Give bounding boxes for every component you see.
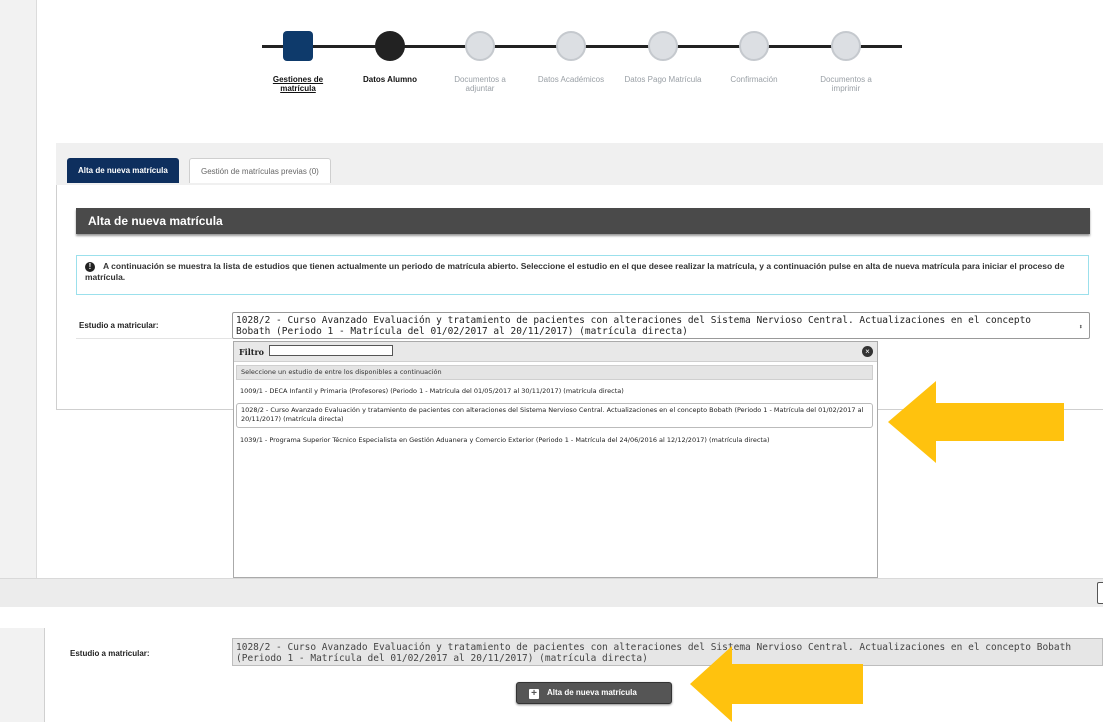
field-label-estudio-second: Estudio a matricular:	[70, 649, 150, 658]
field-divider	[76, 338, 232, 339]
left-panel-second	[0, 628, 45, 722]
pointer-arrow-icon	[888, 381, 1064, 463]
estudio-select-second-value: 1028/2 - Curso Avanzado Evaluación y tra…	[236, 642, 1072, 664]
step-3-label: Documentos a adjuntar	[454, 75, 506, 93]
info-box: ! A continuación se muestra la lista de e…	[76, 255, 1089, 295]
step-4-marker	[556, 31, 586, 61]
section-title: Alta de nueva matrícula	[76, 208, 1090, 234]
step-1-marker[interactable]	[283, 31, 313, 61]
step-7-label: Documentos a imprimir	[820, 75, 872, 93]
step-6-marker	[739, 31, 769, 61]
step-3-marker	[465, 31, 495, 61]
estudio-select-value: 1028/2 - Curso Avanzado Evaluación y tra…	[236, 315, 1032, 337]
alta-button-label: Alta de nueva matrícula	[547, 688, 637, 697]
close-icon[interactable]: ×	[862, 346, 873, 357]
step-5-label: Datos Pago Matrícula	[624, 75, 702, 84]
info-text: A continuación se muestra la lista de es…	[85, 261, 1065, 282]
stepper: Gestiones de matrícula Datos Alumno Docu…	[262, 30, 902, 100]
step-2-label: Datos Alumno	[363, 75, 417, 84]
dropdown-header: Seleccione un estudio de entre los dispo…	[236, 365, 873, 380]
step-1-label[interactable]: Gestiones de matrícula	[258, 75, 338, 93]
alta-nueva-matricula-button[interactable]: + Alta de nueva matrícula	[516, 682, 672, 704]
dropdown-option-selected[interactable]: 1028/2 - Curso Avanzado Evaluación y tra…	[236, 403, 873, 428]
dropdown-option[interactable]: 1009/1 - DECA Infantil y Primaria (Profe…	[236, 385, 873, 398]
step-6-label: Confirmación	[730, 75, 778, 84]
tab-alta-nueva-matricula[interactable]: Alta de nueva matrícula	[67, 158, 179, 183]
select-arrows-icon: ⬍	[1078, 323, 1083, 331]
field-label-estudio: Estudio a matricular:	[79, 321, 159, 330]
estudio-select-second[interactable]: 1028/2 - Curso Avanzado Evaluación y tra…	[232, 638, 1103, 666]
bottom-strip	[0, 578, 1103, 607]
pointer-arrow-icon	[690, 646, 863, 722]
strip-button[interactable]	[1097, 582, 1103, 604]
filter-input[interactable]	[269, 345, 393, 356]
tab-gestion-matriculas-previas[interactable]: Gestión de matrículas previas (0)	[189, 158, 331, 183]
step-2-marker	[375, 31, 405, 61]
left-panel	[0, 0, 37, 578]
step-7-marker	[831, 31, 861, 61]
step-5-marker	[648, 31, 678, 61]
plus-icon: +	[529, 689, 539, 699]
step-4-label: Datos Académicos	[537, 75, 605, 84]
dropdown-option[interactable]: 1039/1 - Programa Superior Técnico Espec…	[236, 434, 873, 447]
filter-label: Filtro	[239, 347, 265, 357]
estudio-select[interactable]: 1028/2 - Curso Avanzado Evaluación y tra…	[232, 312, 1090, 339]
info-icon: !	[85, 261, 95, 272]
